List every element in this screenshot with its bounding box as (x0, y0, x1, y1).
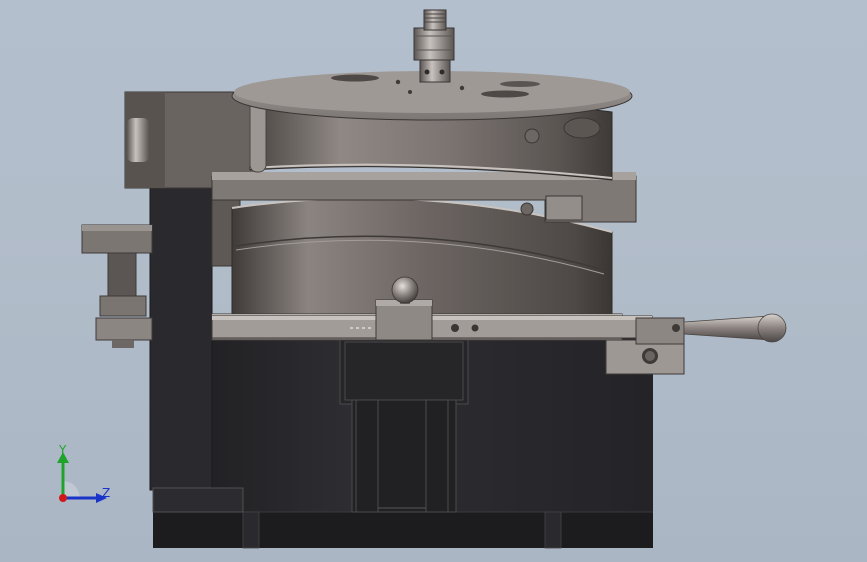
left-clamp-arm[interactable] (81, 224, 153, 348)
3d-model-view[interactable] (0, 0, 867, 562)
cad-viewport[interactable]: Y Z (0, 0, 867, 562)
x-axis-origin-icon (59, 494, 67, 502)
axis-triad: Y Z (57, 443, 110, 503)
top-bolt[interactable] (413, 9, 455, 83)
z-axis-label: Z (102, 486, 110, 500)
y-axis-label: Y (58, 443, 67, 457)
base-block[interactable] (153, 337, 653, 549)
